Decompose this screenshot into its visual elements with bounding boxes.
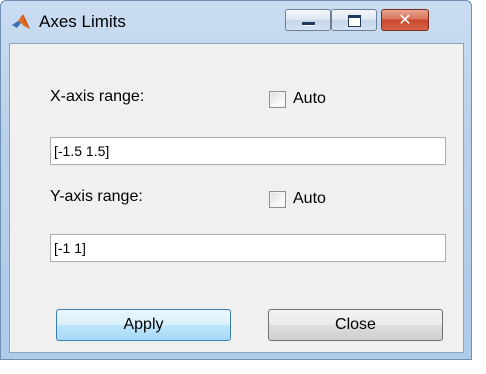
y-range-input[interactable]: [-1 1]	[50, 234, 446, 262]
axes-limits-window: Axes Limits ✕ X-axis range: Auto [-1.5 1…	[0, 0, 472, 360]
x-auto-checkbox[interactable]	[269, 90, 286, 108]
apply-button[interactable]: Apply	[56, 309, 231, 341]
window-title: Axes Limits	[39, 12, 126, 31]
close-button[interactable]: Close	[268, 309, 443, 341]
dialog-body: X-axis range: Auto [-1.5 1.5] Y-axis ran…	[9, 43, 464, 353]
x-range-input[interactable]: [-1.5 1.5]	[50, 137, 446, 165]
y-auto-checkbox[interactable]	[269, 190, 286, 208]
close-glyph: ✕	[398, 10, 412, 29]
maximize-icon[interactable]	[331, 9, 377, 31]
y-axis-label: Y-axis range:	[50, 188, 143, 205]
y-auto-label[interactable]: Auto	[293, 190, 326, 208]
x-auto-label[interactable]: Auto	[293, 90, 326, 108]
title-bar[interactable]: Axes Limits ✕	[1, 1, 471, 43]
y-auto-option[interactable]: Auto	[269, 190, 326, 208]
matlab-icon	[12, 14, 30, 29]
minimize-icon[interactable]	[285, 9, 331, 31]
x-axis-label: X-axis range:	[50, 88, 145, 105]
x-auto-option[interactable]: Auto	[269, 90, 326, 108]
close-icon[interactable]: ✕	[381, 9, 429, 31]
